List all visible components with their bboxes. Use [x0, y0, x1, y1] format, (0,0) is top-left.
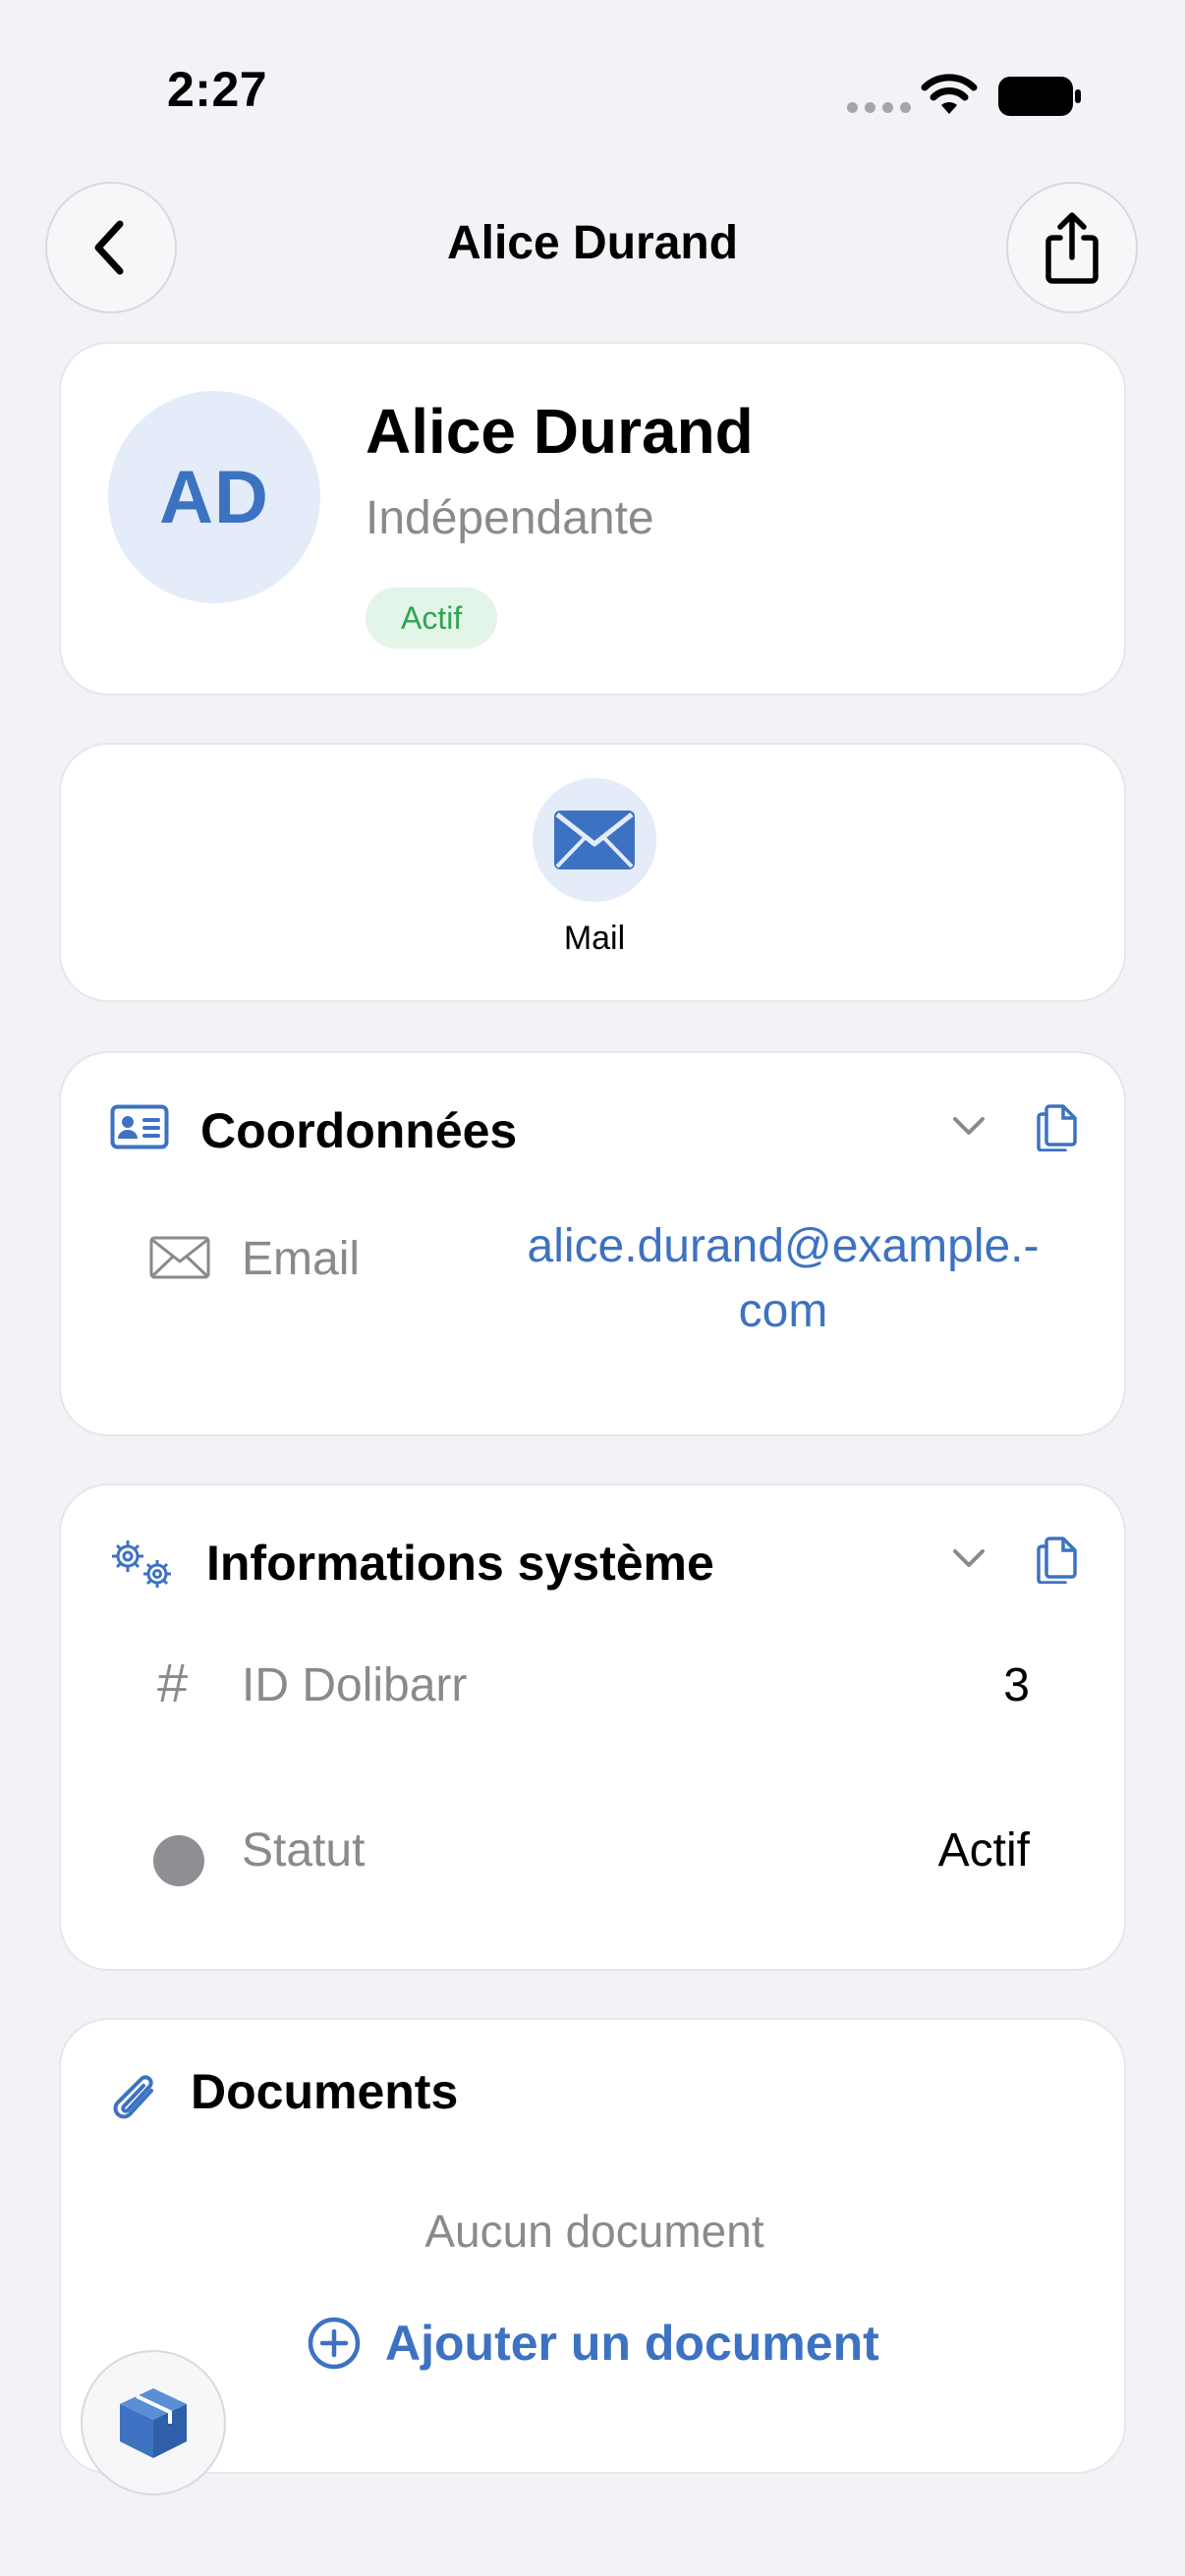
share-button[interactable] — [1006, 182, 1138, 313]
share-icon — [1045, 212, 1099, 284]
profile-card: AD Alice Durand Indépendante Actif — [59, 342, 1126, 696]
battery-icon — [998, 77, 1081, 116]
coordonnees-card: Coordonnées Email alice.durand@example.-… — [59, 1051, 1126, 1436]
floating-action-button[interactable] — [81, 2350, 226, 2495]
email-value-line2[interactable]: com — [454, 1279, 1112, 1344]
mail-action-circle[interactable] — [533, 778, 656, 902]
profile-role: Indépendante — [366, 492, 654, 544]
contact-card-icon — [110, 1104, 169, 1149]
wifi-icon — [921, 74, 978, 114]
envelope-icon — [149, 1236, 210, 1279]
system-info-title: Informations système — [206, 1536, 714, 1591]
status-dot-icon — [153, 1835, 204, 1886]
statut-label: Statut — [242, 1824, 366, 1876]
documents-title: Documents — [191, 2064, 459, 2119]
actions-card: Mail — [59, 743, 1126, 1002]
system-info-card: Informations système # ID Dolibarr 3 Sta… — [59, 1484, 1126, 1971]
email-value-line1[interactable]: alice.durand@example.- — [454, 1214, 1112, 1279]
status-time: 2:27 — [167, 62, 268, 117]
email-label: Email — [242, 1233, 361, 1285]
id-dolibarr-value: 3 — [1003, 1659, 1030, 1711]
chevron-down-icon[interactable] — [951, 1546, 987, 1570]
envelope-icon — [554, 811, 635, 869]
mail-action-label: Mail — [563, 920, 626, 957]
gears-icon — [112, 1540, 171, 1588]
documents-empty-text: Aucun document — [424, 2206, 764, 2257]
add-document-button[interactable]: Ajouter un document — [307, 2315, 879, 2372]
add-document-label[interactable]: Ajouter un document — [385, 2315, 879, 2372]
mail-action-button[interactable]: Mail — [533, 778, 656, 958]
copy-icon[interactable] — [1036, 1102, 1079, 1151]
chevron-down-icon[interactable] — [951, 1114, 987, 1138]
copy-icon[interactable] — [1036, 1535, 1079, 1584]
avatar: AD — [108, 391, 320, 603]
cube-icon — [120, 2388, 187, 2458]
cellular-signal-icon — [847, 102, 911, 113]
status-badge: Actif — [366, 588, 498, 648]
coordonnees-title: Coordonnées — [200, 1103, 518, 1158]
statut-value: Actif — [937, 1824, 1030, 1876]
hash-icon: # — [157, 1652, 189, 1713]
email-link[interactable]: alice.durand@example.- com — [454, 1214, 1112, 1344]
paperclip-icon — [113, 2075, 153, 2119]
plus-circle-icon — [308, 2317, 361, 2370]
id-dolibarr-label: ID Dolibarr — [242, 1659, 468, 1711]
profile-name: Alice Durand — [366, 396, 754, 467]
